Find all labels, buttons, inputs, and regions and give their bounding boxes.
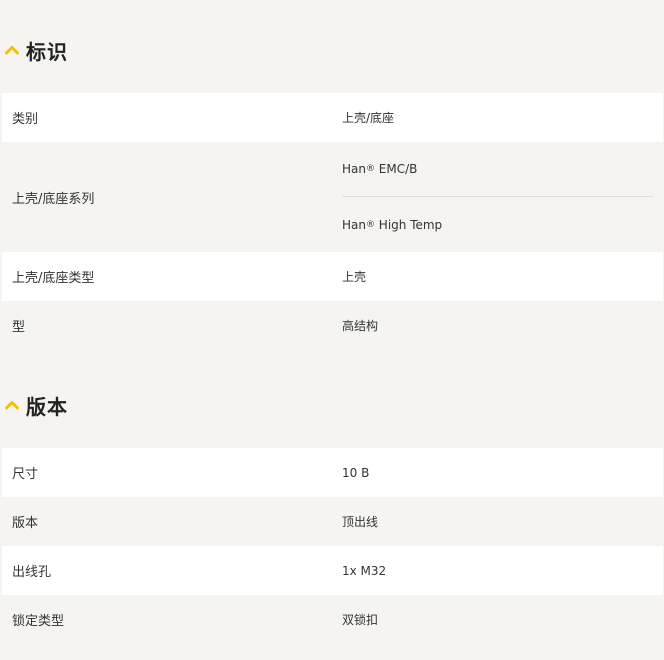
row-value: 高结构 [342,319,379,333]
section-identification: 标识 类别 上壳/底座 上壳/底座系列 Han ® EMC/B Han ® High… [0,22,664,350]
chevron-up-icon[interactable] [4,397,20,413]
spec-table: 尺寸 10 B 版本 顶出线 出线孔 1x M32 锁定类型 双锁扣 [2,448,663,644]
table-row: 锁定类型 双锁扣 [2,595,663,644]
row-value: 顶出线 [342,515,379,529]
row-value: 10 B [342,465,370,480]
section-version: 版本 尺寸 10 B 版本 顶出线 出线孔 1x M32 锁定类型 双锁扣 [0,377,664,644]
table-row: 出线孔 1x M32 [2,546,663,595]
row-label: 上壳/底座类型 [12,271,95,286]
spec-table: 类别 上壳/底座 上壳/底座系列 Han ® EMC/B Han ® High Te… [2,93,663,350]
section-header[interactable]: 标识 [0,22,664,78]
row-value: 上壳 [342,270,367,284]
table-row: 型 高结构 [2,301,663,350]
table-row: 类别 上壳/底座 [2,93,663,142]
table-row: 上壳/底座系列 Han ® EMC/B Han ® High Temp [2,142,663,252]
table-row: 上壳/底座类型 上壳 [2,252,663,301]
row-label: 出线孔 [12,565,52,580]
row-label: 型 [12,320,26,335]
row-label: 尺寸 [12,467,39,482]
chevron-up-icon[interactable] [4,42,20,58]
table-row: 版本 顶出线 [2,497,663,546]
section-header[interactable]: 版本 [0,377,664,433]
row-value: 上壳/底座 [342,111,395,125]
table-row: 尺寸 10 B [2,448,663,497]
value-item: Han ® EMC/B [342,142,653,197]
row-label: 类别 [12,112,39,127]
row-label: 上壳/底座系列 [12,191,95,207]
row-value: 1x M32 [342,563,387,578]
row-label: 锁定类型 [12,614,65,629]
row-value-list: Han ® EMC/B Han ® High Temp [332,142,663,252]
section-title: 标识 [26,39,68,64]
section-title: 版本 [26,394,68,419]
row-label: 版本 [12,516,39,531]
row-value: 双锁扣 [342,613,379,627]
value-item: Han ® High Temp [342,217,443,232]
